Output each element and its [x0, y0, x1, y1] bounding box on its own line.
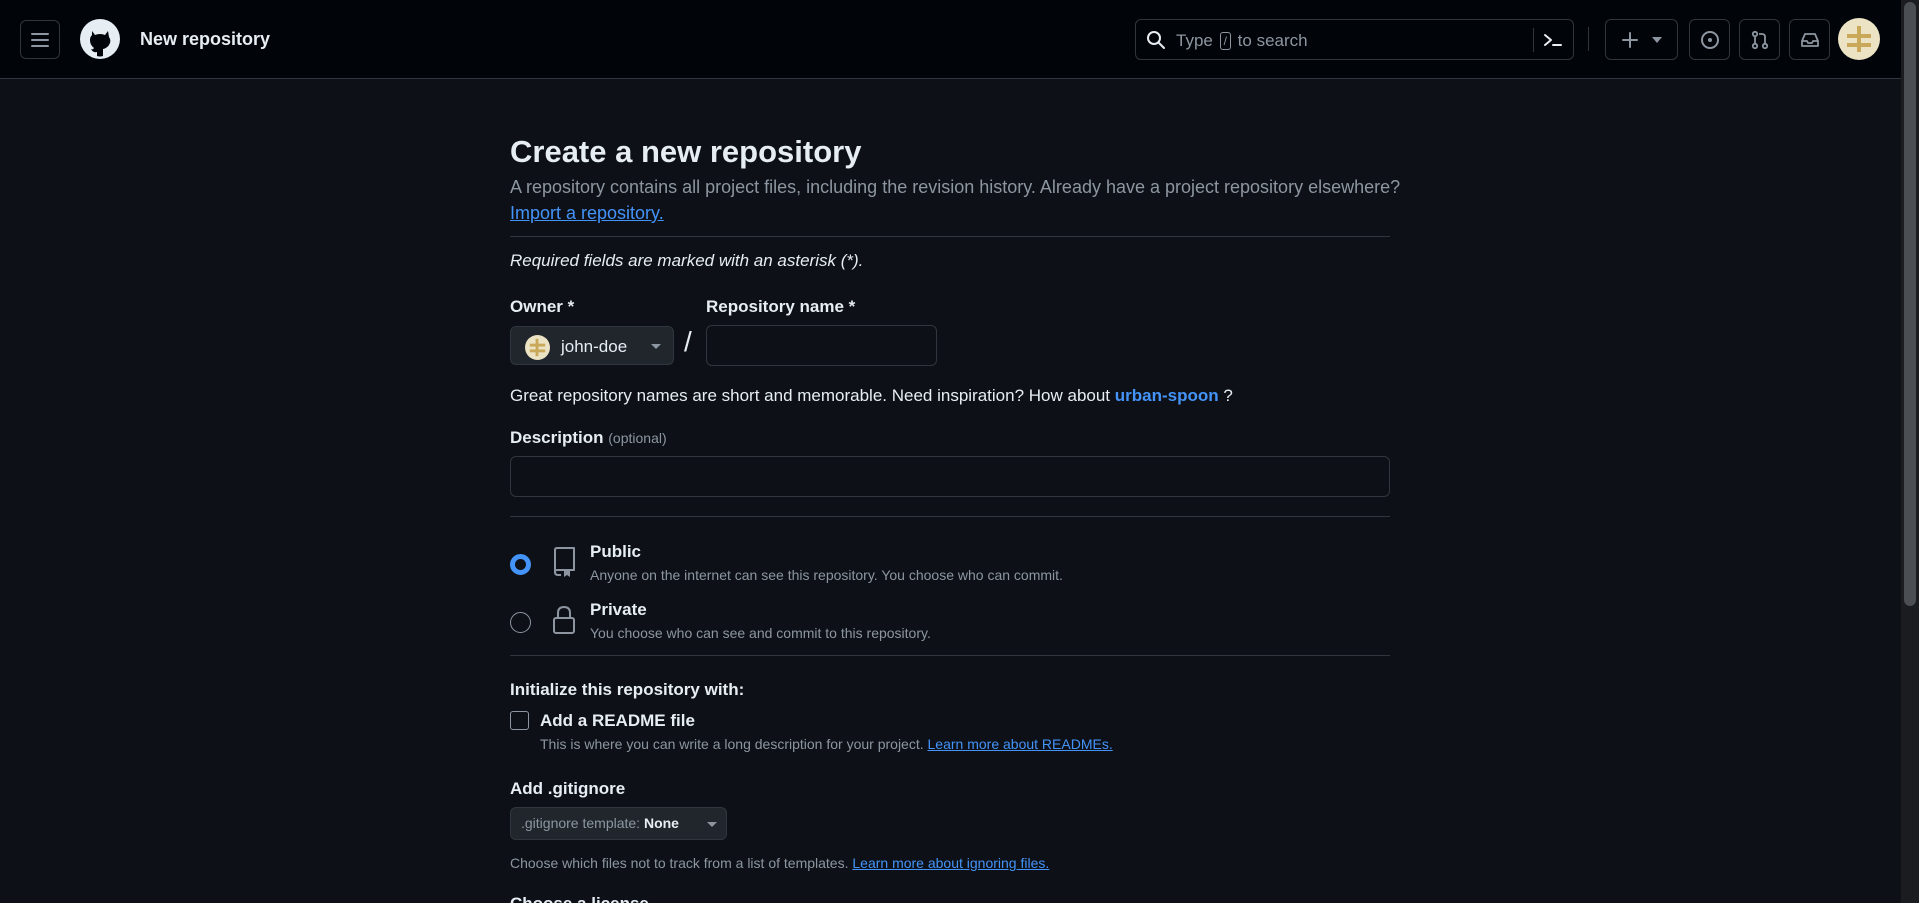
readme-option-title[interactable]: Add a README file: [540, 711, 695, 731]
menu-button[interactable]: [20, 20, 60, 59]
chevron-down-icon: [1651, 36, 1662, 43]
pull-requests-button[interactable]: [1739, 19, 1780, 60]
page-title: Create a new repository: [510, 134, 862, 169]
divider: [510, 516, 1390, 517]
chevron-down-icon: [707, 822, 717, 827]
divider: [510, 236, 1390, 237]
github-logo-icon[interactable]: [79, 18, 121, 60]
inbox-icon: [1800, 32, 1819, 47]
hamburger-icon: [31, 32, 49, 47]
pull-request-icon: [1751, 30, 1768, 49]
header-divider: [1588, 27, 1589, 51]
initialize-label: Initialize this repository with:: [510, 680, 745, 699]
license-label: Choose a license: [510, 894, 649, 903]
description-label: Description (optional): [510, 428, 667, 447]
search-divider: [1533, 28, 1534, 52]
owner-label: Owner *: [510, 297, 575, 316]
owner-avatar-icon: [525, 335, 550, 360]
description-input[interactable]: [510, 456, 1390, 497]
owner-repo-separator: /: [684, 326, 692, 357]
user-avatar-icon[interactable]: [1838, 18, 1880, 60]
search-icon: [1147, 31, 1165, 49]
owner-name: john-doe: [561, 337, 628, 356]
readme-option-desc: This is where you can write a long descr…: [540, 736, 1113, 752]
page-subtitle: A repository contains all project files,…: [510, 177, 1401, 197]
repository-name-input[interactable]: [706, 325, 937, 366]
public-radio[interactable]: [510, 554, 531, 575]
page-scrollbar[interactable]: [1901, 0, 1919, 903]
readme-checkbox[interactable]: [510, 711, 529, 730]
gitignore-selected-value: None: [643, 815, 679, 831]
divider: [510, 655, 1390, 656]
readme-learn-more-link[interactable]: Learn more about READMEs.: [928, 736, 1113, 752]
lock-icon: [553, 605, 575, 634]
command-palette-icon[interactable]: [1542, 30, 1564, 50]
public-option-title[interactable]: Public: [590, 542, 641, 562]
suggested-name-link[interactable]: urban-spoon: [1115, 386, 1219, 405]
public-option-desc: Anyone on the internet can see this repo…: [590, 567, 1063, 583]
private-option-desc: You choose who can see and commit to thi…: [590, 625, 931, 641]
create-new-button[interactable]: [1605, 19, 1678, 60]
issues-button[interactable]: [1689, 19, 1730, 60]
chevron-down-icon: [651, 344, 661, 349]
search-input[interactable]: Type / to search: [1135, 19, 1574, 60]
gitignore-learn-more-link[interactable]: Learn more about ignoring files.: [852, 855, 1049, 871]
gitignore-template-dropdown[interactable]: .gitignore template: None: [510, 807, 727, 840]
required-fields-note: Required fields are marked with an aster…: [510, 251, 864, 270]
import-repository-link[interactable]: Import a repository.: [510, 203, 664, 224]
top-header: New repository Type / to search: [0, 0, 1901, 79]
plus-icon: [1621, 31, 1638, 48]
private-radio[interactable]: [510, 612, 531, 633]
optional-tag: (optional): [608, 430, 667, 446]
scrollbar-thumb[interactable]: [1904, 2, 1916, 606]
owner-dropdown[interactable]: john-doe: [510, 326, 674, 365]
inbox-button[interactable]: [1789, 19, 1830, 60]
page-context-title[interactable]: New repository: [140, 29, 270, 50]
issue-circle-icon: [1700, 30, 1719, 49]
search-placeholder: Type / to search: [1176, 31, 1308, 50]
repo-book-icon: [554, 547, 575, 577]
private-option-title[interactable]: Private: [590, 600, 647, 620]
gitignore-desc: Choose which files not to track from a l…: [510, 855, 1050, 871]
repository-name-label: Repository name *: [706, 297, 856, 316]
name-suggestion-text: Great repository names are short and mem…: [510, 386, 1233, 405]
gitignore-label: Add .gitignore: [510, 779, 626, 798]
